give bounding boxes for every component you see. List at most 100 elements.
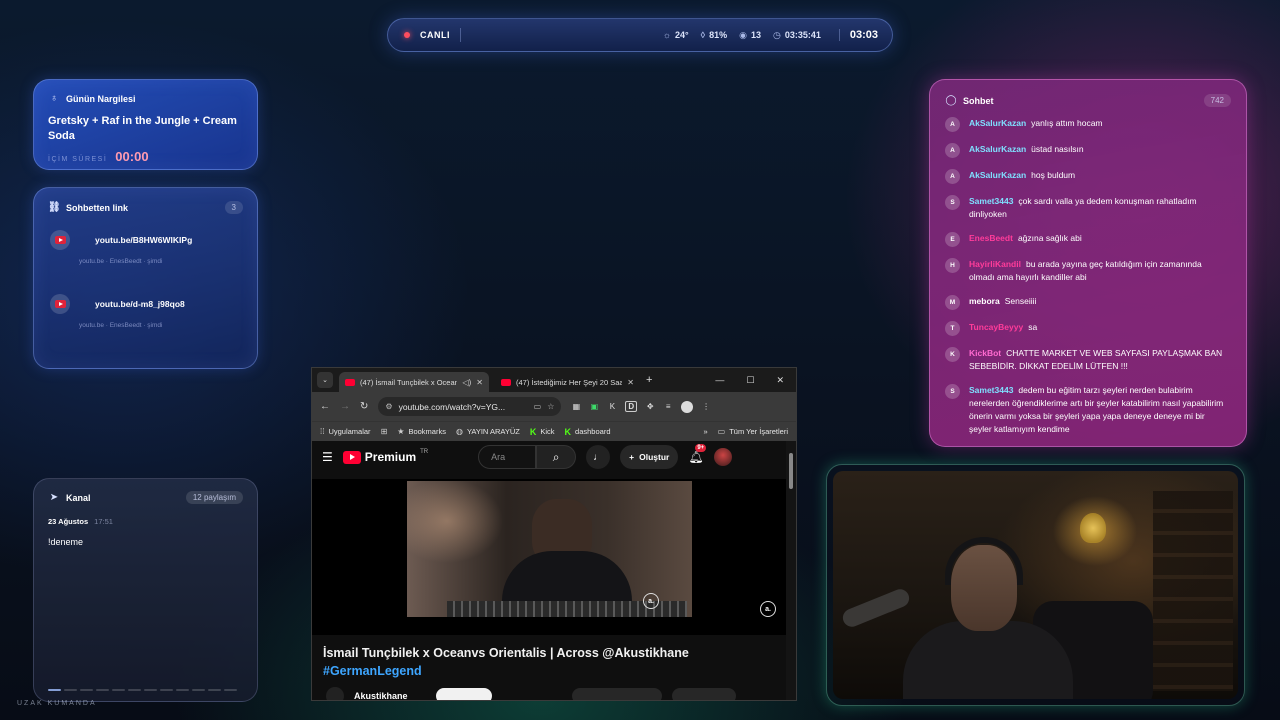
chat-username[interactable]: AkSalurKazan [969, 170, 1026, 180]
status-bar: CANLI ☼ 24° ◊ 81% ◉ 13 ◷ 03:35:41 03:03 [387, 18, 893, 52]
close-window-icon[interactable]: ✕ [776, 375, 784, 386]
site-info-icon[interactable]: ⚙ [385, 402, 392, 411]
page-indicator[interactable] [48, 689, 237, 691]
user-avatar[interactable] [713, 448, 732, 466]
like-button[interactable] [571, 688, 662, 700]
forward-icon[interactable]: → [340, 401, 350, 412]
all-bookmarks-label: Tüm Yer İşaretleri [729, 427, 788, 436]
chat-message: K KickBot CHATTE MARKET VE WEB SAYFASI PAY… [945, 347, 1231, 373]
chat-card: ◯ Sohbet 742 A AkSalurKazan yanlış attım h… [929, 79, 1247, 447]
puzzle-icon[interactable]: ✥ [645, 402, 655, 411]
links-header: ⛓ Sohbetten link 3 [48, 201, 243, 214]
search-button[interactable]: ⌕ [536, 445, 577, 469]
link-item[interactable]: youtu.be/B8HW6WlKIPg youtu.be · EnesBeed… [48, 222, 243, 282]
youtube-icon [50, 294, 70, 314]
chat-username[interactable]: EnesBeedt [969, 233, 1013, 243]
channel-title: Kanal [66, 492, 91, 503]
chat-title: Sohbet [963, 95, 994, 106]
close-tab-icon[interactable]: ✕ [627, 378, 634, 387]
chat-avatar: A [945, 169, 960, 184]
address-bar[interactable]: ⚙ youtube.com/watch?v=YG... ▭ ☆ [378, 397, 562, 416]
hookah-icon: ♁ [50, 93, 58, 104]
chat-username[interactable]: AkSalurKazan [969, 118, 1026, 128]
chat-username[interactable]: Samet3443 [969, 196, 1013, 206]
microphone-icon[interactable]: ♩ [586, 445, 611, 469]
all-bookmarks-item[interactable]: ▭ Tüm Yer İşaretleri [718, 427, 788, 436]
post-date: 23 Ağustos [48, 517, 89, 526]
tab-inactive[interactable]: (47) İstediğimiz Her Şeyi 20 Saa ✕ [495, 372, 640, 392]
sun-icon: ☼ [662, 30, 671, 40]
notifications-bell-icon[interactable]: 🔔︎ 9+ [688, 444, 707, 464]
link-item[interactable]: youtu.be/d-m8_j98qo8 youtu.be · EnesBeed… [48, 286, 243, 346]
bookmark-item[interactable]: ◍ YAYIN ARAYÜZ [456, 427, 520, 436]
extension-d-icon[interactable]: D [625, 401, 638, 412]
hookah-header: ♁ Günün Nargilesi [48, 93, 243, 104]
chat-avatar: S [945, 195, 960, 210]
bookmark-item[interactable]: K Kick [530, 427, 555, 437]
post-date-row: 23 Ağustos 17:51 [48, 517, 243, 526]
video-hashtag[interactable]: #GermanLegend [323, 664, 422, 678]
chat-message-list: A AkSalurKazan yanlış attım hocam A AkSalurK… [945, 117, 1231, 436]
speaker-icon[interactable]: ◁) [462, 378, 471, 387]
create-button[interactable]: + Oluştur [620, 445, 679, 469]
bookmark-star-icon[interactable]: ☆ [547, 402, 554, 411]
chat-body: KickBot CHATTE MARKET VE WEB SAYFASI PAYL… [969, 347, 1224, 373]
globe-icon: ◍ [455, 427, 463, 436]
cast-icon[interactable]: ▭ [534, 402, 542, 411]
link-url[interactable]: youtu.be/B8HW6WlKIPg [95, 235, 192, 245]
bookmark-item[interactable]: ⊞ [381, 427, 388, 436]
hamburger-menu-icon[interactable]: ☰ [322, 450, 333, 464]
chat-text: Senseiiii [1004, 296, 1037, 306]
chat-body: Samet3443 dedem bu eğitim tarzı şeyleri n… [969, 384, 1224, 436]
close-tab-icon[interactable]: ✕ [476, 378, 483, 387]
minimize-icon[interactable]: — [715, 375, 724, 386]
menu-dots-icon[interactable]: ⋮ [701, 402, 711, 411]
chat-message: A AkSalurKazan yanlış attım hocam [945, 117, 1231, 132]
chat-username[interactable]: TuncayBeyyy [969, 322, 1023, 332]
chat-links-card: ⛓ Sohbetten link 3 youtu.be/B8HW6WlKIPg … [33, 187, 258, 369]
channel-watermark-icon[interactable]: a. [760, 601, 776, 617]
chat-avatar: S [945, 384, 960, 399]
subscribe-button[interactable] [435, 688, 492, 700]
chat-text: CHATTE MARKET VE WEB SAYFASI PAYLAŞMAK B… [969, 348, 1223, 371]
temperature: ☼ 24° [663, 30, 689, 40]
extension-green-icon[interactable]: ▣ [589, 402, 599, 411]
chat-username[interactable]: Samet3443 [969, 385, 1013, 395]
bookmark-item[interactable]: Kdashboard [565, 427, 611, 437]
address-url: youtube.com/watch?v=YG... [398, 401, 506, 412]
chat-body: TuncayBeyyy sa [969, 321, 1224, 334]
more-bookmarks-icon[interactable]: » [703, 427, 707, 436]
page-scrollbar[interactable] [786, 441, 796, 700]
viewers: ◉ 13 [739, 30, 761, 41]
post-time: 17:51 [94, 517, 113, 526]
back-icon[interactable]: ← [320, 401, 330, 412]
channel-avatar[interactable] [326, 687, 344, 700]
share-button[interactable] [671, 688, 736, 700]
youtube-logo[interactable]: Premium TR [342, 449, 428, 464]
tab-search-button[interactable]: ⌄ [317, 372, 333, 388]
bookmark-item[interactable]: ⁞⁞ Uygulamalar [320, 427, 371, 436]
bookmark-item[interactable]: ★ Bookmarks [397, 427, 446, 436]
extension-icon[interactable]: ▦ [571, 402, 581, 411]
maximize-icon[interactable]: ☐ [746, 375, 754, 386]
youtube-logo-icon [342, 450, 361, 464]
tab-active[interactable]: (47) İsmail Tunçbilek x Oceanvs ◁) ✕ [339, 372, 489, 392]
new-tab-button[interactable]: + [646, 374, 652, 386]
chat-body: Samet3443 çok sardı valla ya dedem konuşm… [969, 195, 1224, 221]
media-queue-icon[interactable]: ≡ [663, 402, 673, 411]
extension-k-icon[interactable]: K [607, 402, 617, 411]
profile-avatar[interactable] [681, 400, 694, 413]
divider [460, 28, 461, 42]
channel-name[interactable]: Akustikhane [354, 691, 408, 700]
video-frame: a. [407, 481, 692, 617]
chat-username[interactable]: KickBot [969, 348, 1001, 358]
link-url[interactable]: youtu.be/d-m8_j98qo8 [95, 299, 185, 309]
search-input[interactable]: Ara [478, 445, 537, 469]
video-player[interactable]: a. a. [312, 479, 788, 635]
chat-username[interactable]: mebora [969, 296, 1000, 306]
reload-icon[interactable]: ↻ [360, 401, 368, 412]
chat-username[interactable]: AkSalurKazan [969, 144, 1026, 154]
chat-body: EnesBeedt ağzına sağlık abi [969, 232, 1224, 245]
webcam-video [833, 471, 1238, 699]
chat-username[interactable]: HayirliKandil [969, 259, 1021, 269]
